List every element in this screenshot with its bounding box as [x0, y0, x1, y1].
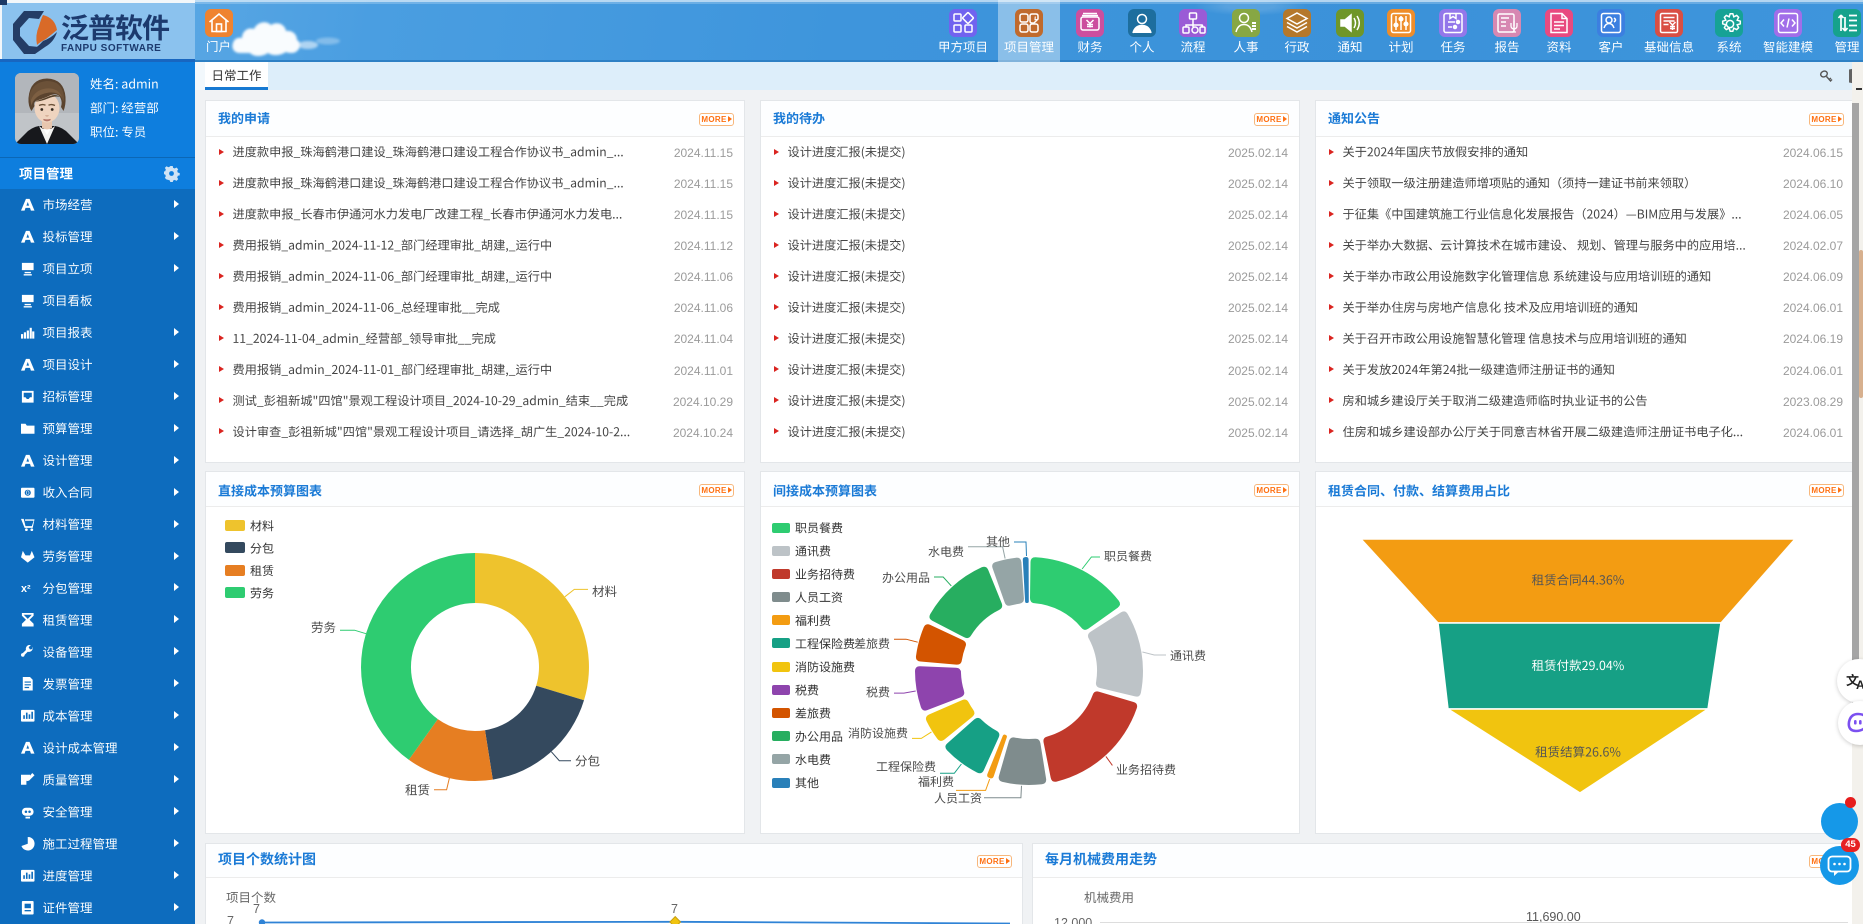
- svg-text:0: 0: [26, 490, 30, 497]
- svg-text:x²: x²: [21, 583, 31, 595]
